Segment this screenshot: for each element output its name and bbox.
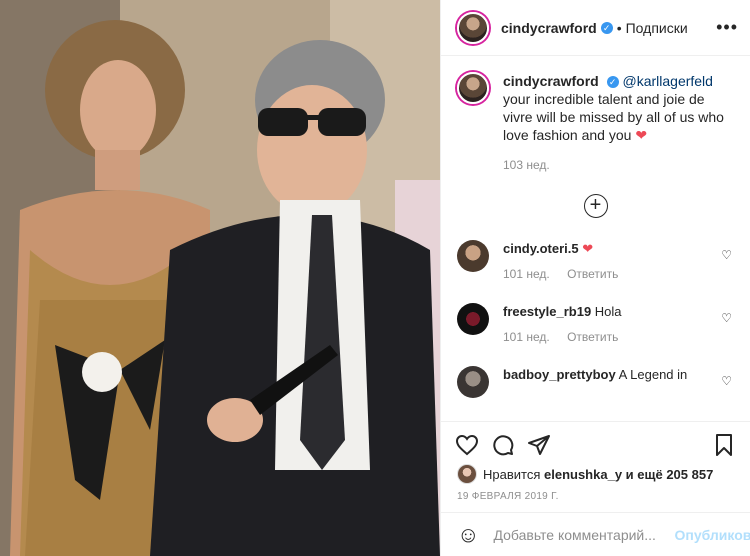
comment-time[interactable]: 101 нед.	[503, 330, 550, 344]
post-photo[interactable]	[0, 0, 440, 556]
commenter-avatar[interactable]	[457, 366, 489, 398]
post-date[interactable]: 19 ФЕВРАЛЯ 2019 Г.	[441, 485, 750, 512]
header-separator: •	[616, 19, 622, 36]
likes-row: Нравится elenushka_y и ещё 205 857	[441, 461, 750, 485]
publish-button[interactable]: Опубликовать	[674, 527, 750, 543]
share-paper-plane-icon[interactable]	[527, 433, 551, 457]
caption-mention[interactable]: @karllagerfeld	[622, 73, 712, 89]
commenter-username[interactable]: cindy.oteri.5	[503, 241, 579, 256]
comment-bubble-icon[interactable]	[491, 433, 515, 457]
commenter-avatar[interactable]	[457, 240, 489, 272]
following-button[interactable]: Подписки	[626, 20, 688, 36]
add-comment-bar: ☺ Опубликовать	[441, 512, 750, 556]
caption-body: your incredible talent and joie de vivre…	[503, 91, 724, 143]
caption-avatar[interactable]	[457, 72, 489, 104]
load-more-comments-button[interactable]: +	[583, 194, 608, 218]
comments-section: cindycrawford ✓ @karllagerfeld your incr…	[441, 56, 750, 421]
caption: cindycrawford ✓ @karllagerfeld your incr…	[457, 72, 734, 144]
comment-like-icon[interactable]: ♡	[721, 374, 732, 388]
post-header: cindycrawford ✓ • Подписки •••	[441, 0, 750, 56]
comment-like-icon[interactable]: ♡	[721, 311, 732, 325]
bookmark-icon[interactable]	[712, 433, 736, 457]
commenter-username[interactable]: freestyle_rb19	[503, 304, 591, 319]
likes-prefix: Нравится	[483, 466, 541, 482]
comment-item: badboy_prettyboy A Legend in ♡	[457, 366, 734, 398]
action-bar	[441, 421, 750, 461]
emoji-icon[interactable]: ☺	[457, 522, 479, 548]
author-avatar[interactable]	[457, 11, 489, 44]
red-heart-icon: ❤	[635, 127, 648, 143]
comment-item: cindy.oteri.5 ❤ 101 нед. Ответить ♡	[457, 240, 734, 281]
author-username[interactable]: cindycrawford	[501, 20, 597, 36]
comment-item: freestyle_rb19 Hola 101 нед. Ответить ♡	[457, 303, 734, 344]
caption-time[interactable]: 103 нед.	[503, 158, 734, 172]
comment-input[interactable]	[493, 526, 675, 543]
comment-time[interactable]: 101 нед.	[503, 267, 550, 281]
post-sidebar: cindycrawford ✓ • Подписки ••• cindycraw…	[440, 0, 750, 556]
caption-text: cindycrawford ✓ @karllagerfeld your incr…	[503, 72, 734, 144]
like-heart-icon[interactable]	[455, 433, 479, 457]
comment-body: ❤	[582, 241, 594, 256]
comment-meta: 101 нед. Ответить	[503, 267, 632, 281]
more-options-icon[interactable]: •••	[716, 17, 738, 38]
reply-button[interactable]: Ответить	[567, 330, 618, 344]
photo-illustration	[0, 0, 440, 556]
commenter-avatar[interactable]	[457, 303, 489, 335]
comment-text: freestyle_rb19 Hola	[503, 303, 632, 320]
likes-count[interactable]: и ещё 205 857	[626, 467, 714, 482]
reply-button[interactable]: Ответить	[567, 267, 618, 281]
comment-text: cindy.oteri.5 ❤	[503, 240, 632, 257]
commenter-username[interactable]: badboy_prettyboy	[503, 367, 616, 382]
comment-text: badboy_prettyboy A Legend in	[503, 366, 687, 383]
caption-username[interactable]: cindycrawford	[503, 73, 599, 89]
comment-meta: 101 нед. Ответить	[503, 330, 632, 344]
comment-body: Hola	[594, 304, 622, 319]
verified-badge-icon: ✓	[606, 76, 619, 89]
comment-like-icon[interactable]: ♡	[721, 248, 732, 262]
liker-avatar[interactable]	[457, 464, 477, 484]
verified-badge-icon: ✓	[600, 21, 613, 34]
comment-body: A Legend in	[618, 367, 688, 382]
liker-username[interactable]: elenushka_y	[544, 467, 622, 482]
